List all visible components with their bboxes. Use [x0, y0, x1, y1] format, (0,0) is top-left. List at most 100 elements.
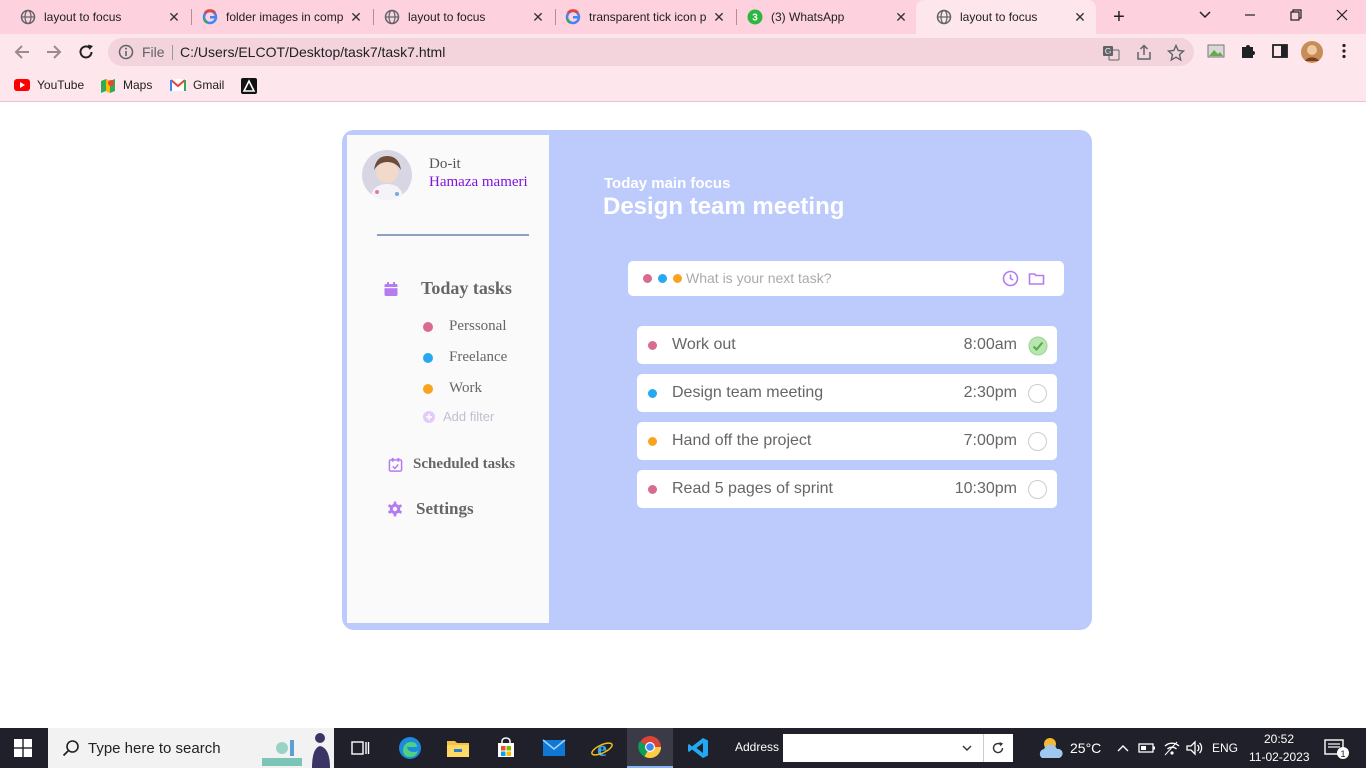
- back-button[interactable]: [11, 41, 33, 63]
- sidebar-item-settings[interactable]: Settings: [387, 499, 474, 519]
- task-checkbox[interactable]: [1028, 432, 1047, 451]
- task-time: 8:00am: [963, 336, 1017, 353]
- task-row[interactable]: Design team meeting 2:30pm: [637, 374, 1057, 412]
- show-hidden-icons-chevron-icon[interactable]: [1116, 741, 1130, 760]
- address-bar[interactable]: File C:/Users/ELCOT/Desktop/task7/task7.…: [108, 38, 1194, 66]
- task-view-icon[interactable]: [337, 728, 383, 768]
- close-window-button[interactable]: [1330, 4, 1354, 28]
- clock-time[interactable]: 20:52: [1264, 732, 1294, 746]
- notification-center-icon[interactable]: 1: [1324, 738, 1350, 765]
- side-panel-icon[interactable]: [1271, 42, 1289, 60]
- filter-item-freelance[interactable]: Freelance: [423, 349, 507, 366]
- task-color-dot: [648, 341, 657, 350]
- task-color-dot: [648, 437, 657, 446]
- menu-kebab-icon[interactable]: [1335, 42, 1353, 60]
- color-dot-blue[interactable]: [658, 274, 667, 283]
- restore-button[interactable]: [1284, 4, 1308, 28]
- minimize-button[interactable]: [1238, 4, 1262, 28]
- browser-tab[interactable]: transparent tick icon p ✕: [545, 0, 735, 34]
- browser-tab[interactable]: layout to focus ✕: [364, 0, 554, 34]
- extension-image-icon[interactable]: [1207, 42, 1225, 60]
- sidebar-item-label: Today tasks: [421, 278, 512, 298]
- windows-taskbar: Type here to search e Address 25°C ENG 2…: [0, 728, 1366, 768]
- filter-item-work[interactable]: Work: [423, 380, 482, 397]
- task-checkbox[interactable]: [1028, 384, 1047, 403]
- bookmark-star-icon[interactable]: [1166, 43, 1186, 62]
- bookmark-app[interactable]: [241, 78, 264, 94]
- address-toolbar-input[interactable]: [783, 734, 1013, 762]
- color-dot-orange[interactable]: [673, 274, 682, 283]
- close-tab-icon[interactable]: ✕: [166, 9, 182, 25]
- filter-label: Freelance: [449, 349, 508, 365]
- task-row[interactable]: Work out 8:00am: [637, 326, 1057, 364]
- vscode-icon[interactable]: [675, 728, 721, 768]
- task-checkbox[interactable]: [1028, 480, 1047, 499]
- task-row[interactable]: Read 5 pages of sprint 10:30pm: [637, 470, 1057, 508]
- weather-cloud-icon[interactable]: [1037, 736, 1063, 765]
- user-name[interactable]: Hamaza mameri: [429, 174, 528, 191]
- add-filter-button[interactable]: Add filter: [423, 409, 494, 424]
- battery-icon[interactable]: [1138, 741, 1156, 760]
- close-tab-icon[interactable]: ✕: [348, 9, 364, 25]
- sidebar-item-today-tasks[interactable]: Today tasks: [383, 278, 512, 299]
- dropdown-chevron-icon[interactable]: [961, 741, 973, 759]
- file-explorer-icon[interactable]: [435, 728, 481, 768]
- chrome-icon[interactable]: [627, 728, 673, 768]
- folder-icon[interactable]: [1028, 270, 1045, 287]
- internet-explorer-icon[interactable]: e: [579, 728, 625, 768]
- browser-tab[interactable]: folder images in comp ✕: [182, 0, 372, 34]
- whatsapp-badge: 3: [752, 13, 758, 24]
- translate-icon[interactable]: G: [1102, 44, 1120, 62]
- plus-circle-icon: [423, 410, 435, 423]
- browser-tab-active[interactable]: layout to focus ✕: [916, 0, 1096, 34]
- sidebar: Do-it Hamaza mameri Today tasks Perssona…: [347, 135, 549, 623]
- focus-app-card: Do-it Hamaza mameri Today tasks Perssona…: [342, 130, 1092, 630]
- filter-color-dot: [423, 352, 433, 363]
- volume-icon[interactable]: [1186, 740, 1204, 761]
- forward-button[interactable]: [43, 41, 65, 63]
- task-done-check-icon[interactable]: [1028, 336, 1048, 356]
- gear-icon: [387, 501, 403, 517]
- close-tab-icon[interactable]: ✕: [711, 9, 727, 25]
- bookmark-youtube[interactable]: YouTube: [14, 78, 84, 92]
- clock-date[interactable]: 11-02-2023: [1249, 750, 1310, 764]
- close-tab-icon[interactable]: ✕: [1072, 9, 1088, 25]
- close-tab-icon[interactable]: ✕: [530, 9, 546, 25]
- task-color-dot: [648, 389, 657, 398]
- reload-button[interactable]: [75, 41, 97, 63]
- clock-icon[interactable]: [1002, 270, 1019, 287]
- input-language[interactable]: ENG: [1212, 741, 1238, 755]
- weather-temperature[interactable]: 25°C: [1070, 740, 1101, 756]
- bookmark-maps[interactable]: Maps: [100, 78, 152, 93]
- mail-icon[interactable]: [531, 728, 577, 768]
- sidebar-item-scheduled-tasks[interactable]: Scheduled tasks: [387, 456, 515, 473]
- edge-icon[interactable]: [387, 728, 433, 768]
- bookmark-gmail[interactable]: Gmail: [170, 78, 224, 92]
- profile-avatar-icon[interactable]: [1301, 41, 1323, 63]
- tab-title: (3) WhatsApp: [771, 10, 845, 24]
- info-icon[interactable]: [118, 44, 134, 65]
- app-brand: Do-it: [429, 156, 461, 172]
- sidebar-item-label: Scheduled tasks: [413, 456, 516, 472]
- filter-item-personal[interactable]: Perssonal: [423, 318, 507, 335]
- browser-tab[interactable]: layout to focus ✕: [0, 0, 190, 34]
- taskbar-search-box[interactable]: Type here to search: [48, 728, 334, 768]
- close-tab-icon[interactable]: ✕: [893, 9, 909, 25]
- new-task-input[interactable]: [686, 268, 986, 288]
- tab-search-icon[interactable]: [1193, 4, 1217, 28]
- calendar-icon: [383, 281, 399, 297]
- color-dot-pink[interactable]: [643, 274, 652, 283]
- new-tab-button[interactable]: +: [1108, 6, 1130, 28]
- microsoft-store-icon[interactable]: [483, 728, 529, 768]
- browser-tab[interactable]: 3 (3) WhatsApp ✕: [727, 0, 917, 34]
- search-highlight-illustration-icon: [260, 730, 332, 773]
- wifi-icon[interactable]: [1163, 740, 1181, 761]
- windows-start-icon[interactable]: [14, 739, 32, 762]
- refresh-icon[interactable]: [991, 741, 1005, 760]
- url-text[interactable]: C:/Users/ELCOT/Desktop/task7/task7.html: [180, 44, 445, 60]
- globe-icon: [384, 9, 400, 25]
- task-row[interactable]: Hand off the project 7:00pm: [637, 422, 1057, 460]
- extensions-puzzle-icon[interactable]: [1239, 42, 1257, 60]
- share-icon[interactable]: [1135, 44, 1153, 62]
- google-icon: [202, 9, 218, 25]
